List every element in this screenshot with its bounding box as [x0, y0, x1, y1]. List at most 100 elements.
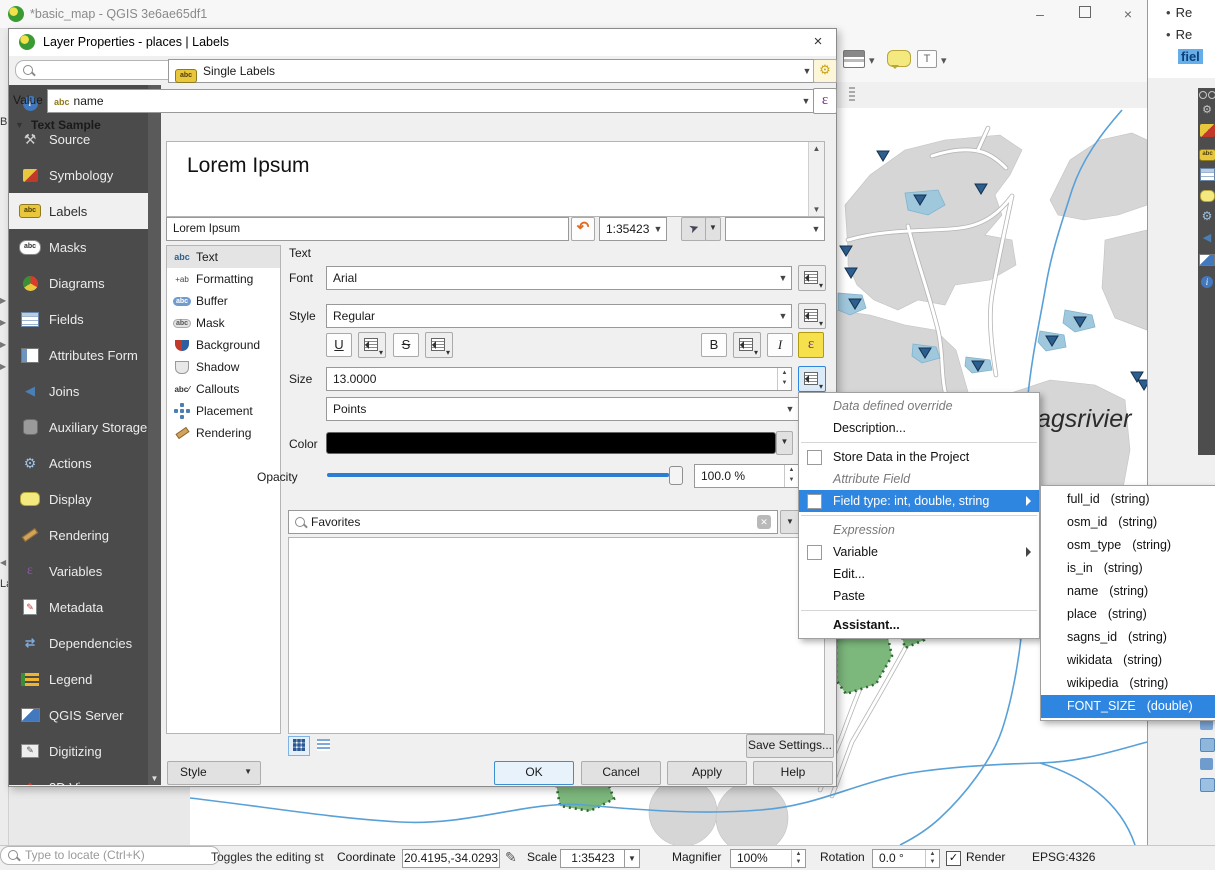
map-settings-dropdown[interactable]: ▼ — [705, 217, 721, 241]
scroll-up-icon[interactable]: ▲ — [809, 144, 824, 153]
submenu-item-osm-id[interactable]: osm_id(string) — [1041, 511, 1215, 534]
sample-scrollbar[interactable]: ▲▼ — [808, 142, 824, 216]
submenu-item-wikidata[interactable]: wikidata(string) — [1041, 649, 1215, 672]
tab-placement[interactable]: Placement — [167, 400, 280, 422]
scroll-down-icon[interactable]: ▼ — [809, 205, 824, 214]
text-annotation-icon[interactable]: T — [917, 50, 937, 68]
info-icon[interactable]: i — [1200, 276, 1214, 289]
source-tools-icon[interactable]: ⚙ — [1200, 104, 1214, 117]
checkbox-icon[interactable] — [807, 450, 822, 465]
properties-search-input[interactable] — [15, 60, 185, 80]
label-mode-combo[interactable]: abcSingle Labels ▼ — [168, 59, 816, 83]
map-server-icon[interactable] — [1199, 254, 1215, 266]
tab-background[interactable]: Background — [167, 334, 280, 356]
spin-arrows-icon[interactable]: ▲▼ — [791, 850, 805, 867]
list-view-button[interactable] — [312, 736, 334, 756]
label-toolbar-icon[interactable] — [843, 50, 865, 68]
collapse-arrow-icon[interactable]: ◀ — [0, 558, 6, 567]
submenu-item-name[interactable]: name(string) — [1041, 580, 1215, 603]
sidebar-item-attributes-form[interactable]: Attributes Form — [9, 337, 161, 373]
submenu-item-place[interactable]: place(string) — [1041, 603, 1215, 626]
tab-buffer[interactable]: abcBuffer — [167, 290, 280, 312]
reset-sample-button[interactable]: ↶ — [571, 217, 595, 241]
tab-formatting[interactable]: +abFormatting — [167, 268, 280, 290]
menu-item-description[interactable]: Description... — [799, 417, 1039, 439]
style-preview-list[interactable] — [288, 537, 825, 734]
attribute-table-icon[interactable] — [1200, 168, 1215, 181]
sidebar-item-metadata[interactable]: ✎Metadata — [9, 589, 161, 625]
save-settings-button[interactable]: Save Settings... — [746, 734, 834, 758]
color-dropdown-button[interactable]: ▼ — [776, 431, 793, 455]
submenu-item-font-size[interactable]: FONT_SIZE(double) — [1041, 695, 1215, 718]
strikethrough-button[interactable]: S — [393, 333, 419, 357]
tree-arrow-icon[interactable]: ▶ — [0, 362, 6, 371]
sidebar-scrollbar[interactable]: ▲▼ — [148, 85, 161, 785]
sidebar-item-display[interactable]: Display — [9, 481, 161, 517]
tab-callouts[interactable]: abc⁄Callouts — [167, 378, 280, 400]
underline-data-defined-button[interactable] — [358, 332, 386, 358]
joins-icon[interactable]: ◀ — [1200, 232, 1214, 245]
font-combo[interactable]: Arial▼ — [326, 266, 792, 290]
sidebar-item-auxiliary-storage[interactable]: Auxiliary Storage — [9, 409, 161, 445]
spin-arrows-icon[interactable]: ▲▼ — [925, 850, 939, 867]
submenu-item-is-in[interactable]: is_in(string) — [1041, 557, 1215, 580]
tab-shadow[interactable]: Shadow — [167, 356, 280, 378]
menu-item-field-type[interactable]: Field type: int, double, string — [799, 490, 1039, 512]
tree-arrow-icon[interactable]: ▶ — [0, 296, 6, 305]
sidebar-item-joins[interactable]: ◀Joins — [9, 373, 161, 409]
strikethrough-data-defined-button[interactable] — [425, 332, 453, 358]
actions-gear-icon[interactable]: ⚙ — [1200, 210, 1214, 223]
menu-item-paste[interactable]: Paste — [799, 585, 1039, 607]
color-swatch-button[interactable] — [326, 432, 776, 454]
style-data-defined-button[interactable] — [798, 303, 826, 329]
apply-button[interactable]: Apply — [667, 761, 747, 785]
help-button[interactable]: Help — [753, 761, 833, 785]
labels-icon[interactable]: abc — [1199, 146, 1213, 159]
bold-button[interactable]: B — [701, 333, 727, 357]
sidebar-item-actions[interactable]: ⚙Actions — [9, 445, 161, 481]
spin-arrows-icon[interactable]: ▲▼ — [777, 368, 791, 390]
sample-text-input[interactable]: Lorem Ipsum — [166, 217, 569, 241]
favorites-dropdown-button[interactable]: ▼ — [780, 510, 800, 534]
scale-combo[interactable]: 1:35423 — [560, 849, 626, 868]
tab-rendering[interactable]: Rendering — [167, 422, 280, 444]
close-button[interactable]: × — [1113, 6, 1143, 22]
sidebar-item-symbology[interactable]: Symbology — [9, 157, 161, 193]
submenu-item-osm-type[interactable]: osm_type(string) — [1041, 534, 1215, 557]
extents-icon[interactable]: ✎ — [505, 849, 517, 866]
sidebar-item-labels[interactable]: abcLabels — [9, 193, 161, 229]
sidebar-item-masks[interactable]: abcMasks — [9, 229, 161, 265]
chevron-down-icon[interactable]: ▾ — [941, 54, 947, 76]
sidebar-item-digitizing[interactable]: ✎Digitizing — [9, 733, 161, 769]
scale-dropdown-icon[interactable]: ▼ — [624, 849, 640, 868]
italic-expression-button[interactable]: ε — [798, 332, 824, 358]
drag-handle[interactable] — [849, 87, 855, 103]
panel-button-icon[interactable] — [1208, 91, 1215, 99]
style-menu-button[interactable]: Style▼ — [167, 761, 261, 785]
size-spinbox[interactable]: 13.0000▲▼ — [326, 367, 792, 391]
ok-button[interactable]: OK — [494, 761, 574, 785]
dialog-close-icon[interactable]: × — [808, 33, 828, 51]
opacity-slider-handle[interactable] — [669, 466, 683, 485]
crs-value[interactable]: EPSG:4326 — [1032, 850, 1095, 864]
tab-text[interactable]: abcText — [167, 246, 280, 268]
sidebar-item-legend[interactable]: Legend — [9, 661, 161, 697]
panel-button-icon[interactable] — [1199, 91, 1207, 99]
size-unit-combo[interactable]: Points▼ — [326, 397, 799, 421]
icon-view-button[interactable] — [288, 736, 310, 756]
rotation-spinbox[interactable]: 0.0 °▲▼ — [872, 849, 940, 868]
callout-icon[interactable] — [887, 50, 911, 67]
layer-add-icon[interactable] — [1200, 758, 1213, 770]
menu-item-edit[interactable]: Edit... — [799, 563, 1039, 585]
clear-icon[interactable]: ✕ — [757, 515, 771, 529]
menu-item-store-data-in-project[interactable]: Store Data in the Project — [799, 446, 1039, 468]
size-data-defined-button-active[interactable] — [798, 366, 826, 392]
font-data-defined-button[interactable] — [798, 265, 826, 291]
expression-builder-button[interactable]: ε — [813, 88, 837, 114]
collapse-triangle-icon[interactable]: ▼ — [15, 120, 24, 130]
favorites-search-input[interactable]: Favorites ✕ — [288, 510, 778, 534]
minimize-button[interactable]: – — [1025, 6, 1055, 22]
bold-data-defined-button[interactable] — [733, 332, 761, 358]
render-checkbox[interactable]: ✓ — [946, 851, 961, 866]
submenu-item-wikipedia[interactable]: wikipedia(string) — [1041, 672, 1215, 695]
